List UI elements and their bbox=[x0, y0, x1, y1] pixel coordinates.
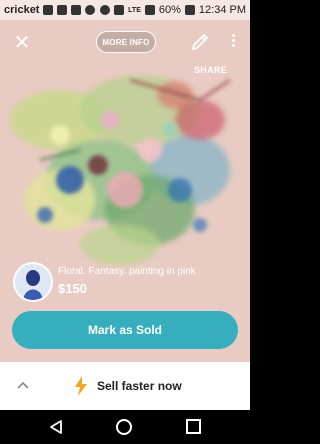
clock: 12:34 PM bbox=[198, 4, 246, 16]
mute-icon bbox=[100, 5, 111, 15]
back-icon[interactable] bbox=[48, 419, 64, 435]
carrier-name: cricket bbox=[4, 4, 40, 16]
share-button[interactable]: SHARE bbox=[194, 65, 227, 75]
home-icon[interactable] bbox=[116, 419, 132, 435]
recent-apps-icon[interactable] bbox=[186, 419, 201, 434]
more-options-button[interactable] bbox=[228, 32, 238, 52]
edit-button[interactable] bbox=[190, 32, 210, 52]
battery-percent: 60% bbox=[158, 4, 181, 16]
close-button[interactable]: ✕ bbox=[12, 32, 32, 52]
sell-faster-bar[interactable]: Sell faster now bbox=[0, 362, 250, 410]
signal-icon bbox=[114, 5, 125, 15]
close-icon: ✕ bbox=[13, 30, 31, 54]
listing-photo[interactable] bbox=[0, 0, 250, 362]
user-avatar-image bbox=[15, 264, 51, 300]
status-bar: cricket LTE 60% 12:34 PM bbox=[0, 0, 250, 20]
floral-painting-image bbox=[0, 0, 250, 362]
status-right: LTE 60% 12:34 PM bbox=[100, 4, 246, 16]
more-info-button[interactable]: MORE INFO bbox=[96, 31, 156, 53]
message-icon bbox=[43, 5, 54, 15]
pencil-icon bbox=[192, 34, 208, 50]
mail-icon bbox=[71, 5, 82, 15]
network-type: LTE bbox=[128, 6, 141, 14]
facebook-icon bbox=[57, 5, 68, 15]
notification-icons bbox=[43, 5, 96, 15]
chevron-up-icon[interactable] bbox=[16, 378, 30, 392]
listing-title: Floral. Fantasy. painting in pink bbox=[58, 266, 196, 277]
lightning-bolt-icon bbox=[75, 376, 87, 396]
mark-as-sold-button[interactable]: Mark as Sold bbox=[12, 311, 238, 349]
signal-bars-icon bbox=[144, 5, 155, 15]
kebab-menu-icon bbox=[228, 34, 238, 47]
sell-faster-label[interactable]: Sell faster now bbox=[97, 379, 182, 393]
battery-icon bbox=[184, 5, 195, 15]
system-nav-bar bbox=[0, 410, 250, 444]
listing-price: $150 bbox=[58, 281, 87, 296]
pinterest-icon bbox=[85, 5, 96, 15]
avatar[interactable] bbox=[13, 262, 53, 302]
